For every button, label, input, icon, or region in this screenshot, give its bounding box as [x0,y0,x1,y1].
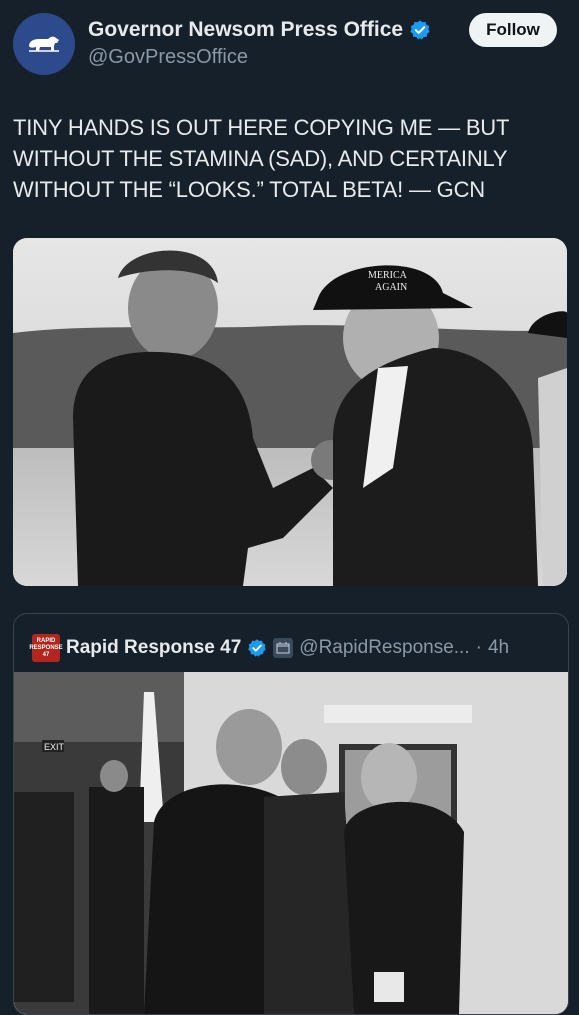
avatar-text-line-2: RESPONSE [29,644,63,651]
hat-text-1: MERICA [368,270,408,281]
exit-sign: EXIT [44,742,65,752]
quoted-author-avatar[interactable]: RAPID RESPONSE 47 [29,634,63,662]
affiliation-badge-icon[interactable] [273,638,294,658]
verified-badge-icon [248,639,267,657]
hat-text-2: AGAIN [375,282,407,293]
author-name-row: Governor Newsom Press Office [88,18,431,42]
avatar-text-line-3: 47 [42,651,50,658]
post-photo[interactable]: MERICA AGAIN [13,238,567,586]
author-name[interactable]: Governor Newsom Press Office [88,18,403,42]
author-avatar[interactable] [13,13,75,75]
california-bear-icon [29,36,59,52]
quoted-post-photo[interactable]: EXIT [14,672,568,1014]
quoted-post[interactable]: RAPID RESPONSE 47 Rapid Response 47 @Rap… [13,613,569,1015]
quoted-post-header: RAPID RESPONSE 47 Rapid Response 47 @Rap… [29,634,509,662]
separator-dot: · [475,637,482,658]
follow-button[interactable]: Follow [469,13,557,47]
post-text: TINY HANDS IS OUT HERE COPYING ME — BUT … [13,115,509,202]
author-handle[interactable]: @GovPressOffice [88,46,248,69]
quoted-author-name[interactable]: Rapid Response 47 [66,637,241,659]
quoted-author-handle[interactable]: @RapidResponse... [299,637,469,659]
post-time[interactable]: 4h [488,637,509,659]
verified-badge-icon [410,20,430,40]
avatar-text-line-1: RAPID [36,637,56,644]
post-header: Governor Newsom Press Office @GovPressOf… [0,0,579,90]
